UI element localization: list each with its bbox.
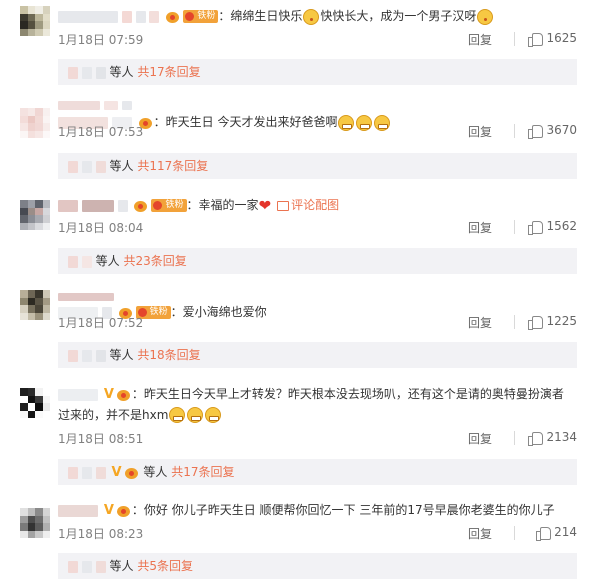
divider: [514, 315, 515, 329]
verified-icon: V: [111, 464, 122, 480]
image-icon: [277, 200, 290, 211]
reply-button[interactable]: 回复: [468, 430, 492, 447]
avatar[interactable]: [20, 200, 50, 230]
reply-button[interactable]: 回复: [468, 525, 492, 542]
sub-replies-users: 等人: [143, 465, 168, 479]
thumbs-up-icon: [536, 526, 552, 541]
sub-replies-users: 等人: [109, 159, 134, 173]
fan-badge: 铁粉: [151, 199, 187, 212]
comment-date: 1月18日 07:52: [58, 316, 144, 330]
thumbs-up-icon: [528, 124, 544, 139]
crown-icon: [116, 504, 132, 518]
sub-replies-count-link[interactable]: 共17条回复: [137, 65, 200, 79]
crown-icon: [116, 388, 132, 402]
reply-button[interactable]: 回复: [468, 31, 492, 48]
sub-replies-count-link[interactable]: 共5条回复: [137, 559, 193, 573]
comment-date: 1月18日 08:51: [58, 432, 144, 446]
divider: [514, 431, 515, 445]
comment-date: 1月18日 07:53: [58, 125, 144, 139]
username[interactable]: [58, 101, 100, 110]
comment-text: ：幸福的一家: [186, 198, 259, 212]
sub-replies-count-link[interactable]: 共117条回复: [137, 159, 208, 173]
verified-icon: V: [103, 386, 114, 402]
like-count: 1562: [546, 219, 577, 233]
like-count: 214: [554, 525, 577, 539]
username[interactable]: [58, 292, 114, 301]
comment-text: ：你好 你儿子昨天生日 顺便帮你回忆一下 三年前的17号早晨你老婆生的你儿子: [131, 503, 555, 517]
crown-icon: [165, 10, 181, 24]
like-count: 3670: [546, 123, 577, 137]
crown-icon: [124, 466, 140, 480]
divider: [514, 32, 515, 46]
heart-emoji-icon: ❤: [258, 196, 272, 215]
sub-replies-count-link[interactable]: 共18条回复: [137, 348, 200, 362]
sub-replies-users: 等人: [109, 348, 134, 362]
avatar[interactable]: [20, 388, 50, 418]
verified-icon: V: [103, 502, 114, 518]
sub-replies-count-link[interactable]: 共17条回复: [171, 465, 234, 479]
kiss-emoji-icon: [477, 8, 494, 25]
like-button[interactable]: 214: [536, 525, 577, 541]
comment-text: ：绵绵生日快乐: [218, 9, 303, 23]
like-button[interactable]: 3670: [528, 123, 577, 139]
grin-emoji-icon: [205, 407, 222, 423]
thumbs-up-icon: [528, 32, 544, 47]
like-button[interactable]: 1625: [528, 31, 577, 47]
like-button[interactable]: 1225: [528, 314, 577, 330]
kiss-emoji-icon: [303, 8, 320, 25]
comment-image-link-label: 评论配图: [291, 198, 340, 212]
sub-replies-box[interactable]: 等人 共5条回复: [58, 553, 577, 579]
thumbs-up-icon: [528, 220, 544, 235]
username[interactable]: [58, 504, 98, 517]
grin-emoji-icon: [169, 407, 186, 423]
sub-replies-count-link[interactable]: 共23条回复: [124, 254, 187, 268]
comment-image-link[interactable]: 评论配图: [277, 198, 339, 212]
avatar[interactable]: [20, 108, 50, 138]
comment-text: ：昨天生日今天早上才转发？昨天根本没去现场叭，还有这个是请的奥特曼扮演者过来的，…: [58, 387, 564, 422]
divider: [514, 526, 515, 540]
reply-button[interactable]: 回复: [468, 219, 492, 236]
sub-replies-box[interactable]: V 等人 共17条回复: [58, 459, 577, 485]
avatar[interactable]: [20, 508, 50, 538]
comment-date: 1月18日 08:04: [58, 221, 144, 235]
like-button[interactable]: 1562: [528, 219, 577, 235]
divider: [514, 220, 515, 234]
sub-replies-users: 等人: [109, 559, 134, 573]
sub-replies-box[interactable]: 等人 共18条回复: [58, 342, 577, 368]
reply-button[interactable]: 回复: [468, 314, 492, 331]
divider: [514, 124, 515, 138]
grin-emoji-icon: [187, 407, 204, 423]
sub-replies-box[interactable]: 等人 共23条回复: [58, 248, 577, 274]
username[interactable]: [58, 199, 78, 212]
fan-badge: 铁粉: [183, 10, 219, 23]
sub-replies-users: 等人: [109, 65, 134, 79]
like-count: 1225: [546, 314, 577, 328]
like-button[interactable]: 2134: [528, 430, 577, 446]
like-count: 1625: [546, 31, 577, 45]
sub-replies-users: 等人: [95, 254, 120, 268]
thumbs-up-icon: [528, 315, 544, 330]
username[interactable]: [58, 388, 98, 401]
comment-date: 1月18日 07:59: [58, 33, 144, 47]
sub-replies-box[interactable]: 等人 共117条回复: [58, 153, 577, 179]
comment-date: 1月18日 08:23: [58, 527, 144, 541]
username[interactable]: [58, 10, 118, 23]
avatar[interactable]: [20, 6, 50, 36]
avatar[interactable]: [20, 290, 50, 320]
sub-replies-box[interactable]: 等人 共17条回复: [58, 59, 577, 85]
crown-icon: [133, 199, 149, 213]
like-count: 2134: [546, 430, 577, 444]
reply-button[interactable]: 回复: [468, 123, 492, 140]
thumbs-up-icon: [528, 431, 544, 446]
comment-text-continued: 快快长大，成为一个男子汉呀: [320, 9, 477, 23]
